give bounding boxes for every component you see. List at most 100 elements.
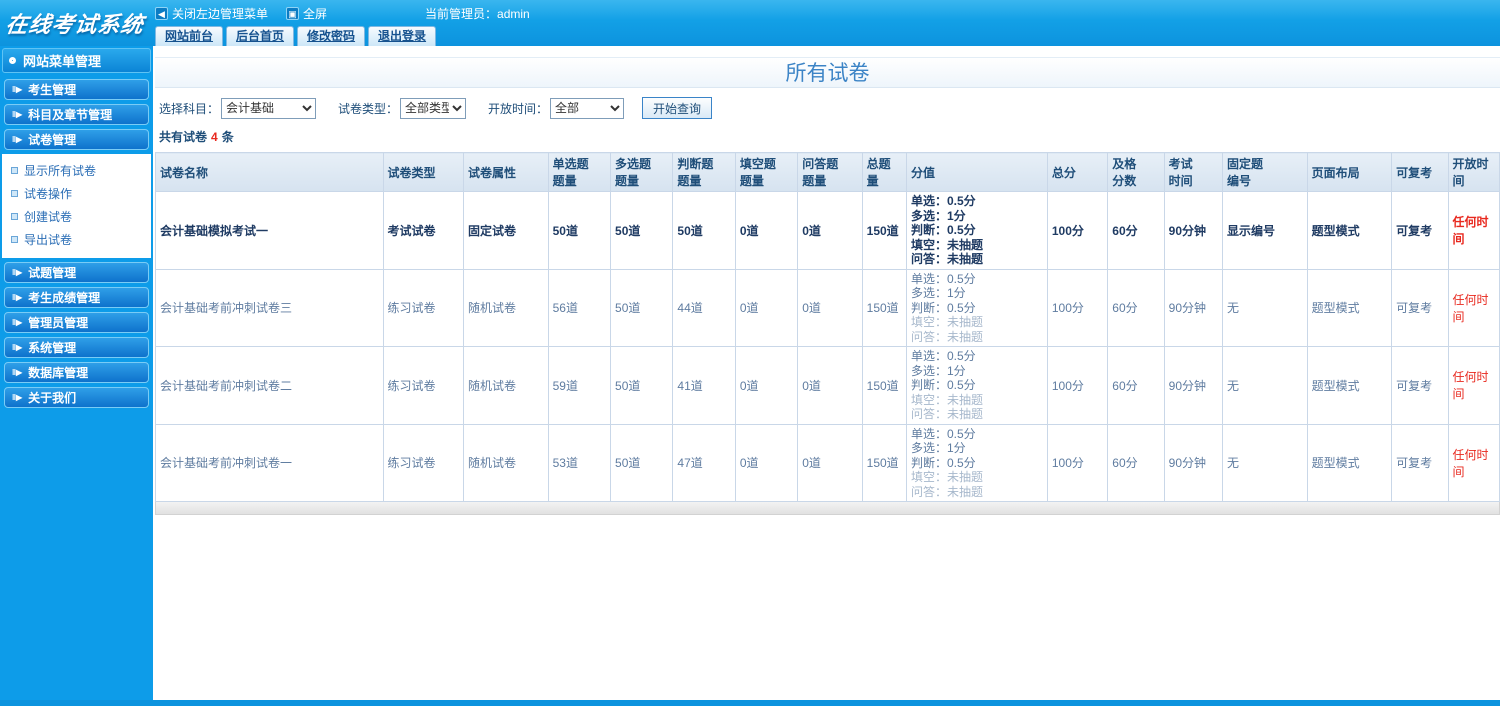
- tab-修改密码[interactable]: 修改密码: [297, 26, 366, 46]
- cell-attr: 随机试卷: [463, 268, 549, 347]
- score-line: 判断：0.5分: [910, 300, 976, 315]
- submenu-item[interactable]: 创建试卷: [2, 205, 151, 228]
- column-header-layout: 页面布局: [1306, 152, 1393, 192]
- sidebar-submenu: 显示所有试卷 试卷操作 创建试卷导出试卷: [2, 154, 151, 258]
- cell-fixed_no: 无: [1222, 423, 1308, 502]
- sidebar-item[interactable]: ‖▶ 试卷管理: [4, 129, 149, 150]
- fullscreen-button[interactable]: ▣ 全屏: [286, 5, 327, 22]
- search-button[interactable]: 开始查询: [642, 97, 713, 119]
- submenu-item[interactable]: 显示所有试卷: [2, 159, 151, 182]
- column-header-single: 单选题 题量: [547, 152, 612, 192]
- menu-arrow-icon: ‖▶: [12, 292, 23, 302]
- menu-arrow-icon: ‖▶: [12, 367, 23, 377]
- top-bar-links: ◀ 关闭左边管理菜单 ▣ 全屏 当前管理员：admin: [155, 4, 530, 22]
- cell-name: 会计基础考前冲刺试卷三: [155, 268, 384, 347]
- column-header-name: 试卷名称: [155, 152, 384, 192]
- score-line: 问答：未抽题: [910, 407, 983, 421]
- collapse-left-icon: ◀: [155, 6, 168, 20]
- sidebar-item-label: 科目及章节管理: [28, 108, 113, 122]
- menu-arrow-icon: ‖▶: [12, 392, 23, 402]
- summary-suffix: 条: [221, 130, 234, 144]
- page-title: 所有试卷: [155, 57, 1500, 88]
- cell-single: 56道: [547, 268, 612, 347]
- cell-multi: 50道: [610, 423, 674, 502]
- summary-prefix: 共有试卷: [159, 130, 208, 144]
- cell-total_score: 100分: [1046, 423, 1109, 502]
- cell-exam_time: 90分钟: [1163, 346, 1224, 425]
- score-line: 多选：1分: [910, 286, 966, 300]
- cell-retake: 可复考: [1391, 268, 1449, 347]
- sidebar-item[interactable]: ‖▶ 科目及章节管理: [4, 104, 149, 125]
- sidebar-menu: ‖▶ 考生管理 ‖▶ 科目及章节管理 ‖▶ 试卷管理 显示所有试卷 试卷操作 创建试卷 导出试卷 ‖…: [2, 79, 151, 408]
- menu-arrow-icon: ‖▶: [12, 317, 23, 327]
- score-line: 问答：未抽题: [910, 484, 983, 499]
- cell-exam_time: 90分钟: [1163, 268, 1224, 347]
- sidebar-item[interactable]: ‖▶ 系统管理: [4, 337, 149, 358]
- cell-fixed_no: 无: [1222, 346, 1308, 425]
- cell-total: 150道: [861, 268, 907, 347]
- close-left-menu-button[interactable]: ◀ 关闭左边管理菜单: [155, 5, 268, 22]
- open-time-filter-label: 开放时间：: [488, 101, 549, 116]
- cell-single: 50道: [547, 191, 612, 270]
- column-header-scores: 分值: [905, 152, 1048, 192]
- cell-pass_score: 60分: [1107, 423, 1165, 502]
- table-body: 会计基础模拟考试一 考试试卷 固定试卷 50道 50道 50道 0道 0道 150道 单选：0.5…: [155, 191, 1500, 502]
- cell-name: 会计基础考前冲刺试卷一: [155, 423, 384, 502]
- score-line: 多选：1分: [910, 441, 966, 455]
- sidebar-item[interactable]: ‖▶ 数据库管理: [4, 362, 149, 383]
- paper-type-select[interactable]: 全部类型: [400, 97, 467, 119]
- cell-open_time: 任何时间: [1447, 268, 1500, 347]
- tab-退出登录[interactable]: 退出登录: [368, 26, 437, 46]
- cell-open_time: 任何时间: [1447, 423, 1500, 502]
- cell-retake: 可复考: [1391, 346, 1449, 425]
- cell-type: 练习试卷: [382, 268, 465, 347]
- column-header-total_score: 总分: [1046, 152, 1109, 192]
- score-line: 判断：0.5分: [910, 223, 976, 237]
- sidebar-item[interactable]: ‖▶ 管理员管理: [4, 312, 149, 333]
- cell-multi: 50道: [610, 191, 674, 270]
- submenu-item-label: 导出试卷: [24, 233, 73, 247]
- cell-total_score: 100分: [1046, 268, 1109, 347]
- menu-arrow-icon: ‖▶: [12, 84, 23, 94]
- cell-total: 150道: [861, 346, 907, 425]
- sidebar-item[interactable]: ‖▶ 试题管理: [4, 262, 149, 283]
- score-line: 问答：未抽题: [910, 329, 983, 344]
- score-line: 填空：未抽题: [910, 470, 983, 484]
- sidebar-item-label: 管理员管理: [28, 316, 89, 330]
- list-square-icon: [11, 236, 18, 243]
- submenu-item[interactable]: 试卷操作: [2, 182, 151, 205]
- column-header-total: 总题量: [861, 152, 907, 192]
- cell-qa: 0道: [797, 346, 863, 425]
- list-square-icon: [11, 213, 18, 220]
- score-line: 多选：1分: [910, 208, 966, 223]
- cell-type: 练习试卷: [382, 346, 465, 425]
- tab-网站前台[interactable]: 网站前台: [155, 26, 224, 46]
- sidebar-item[interactable]: ‖▶ 考生成绩管理: [4, 287, 149, 308]
- close-left-menu-label: 关闭左边管理菜单: [172, 6, 269, 21]
- cell-total_score: 100分: [1046, 191, 1109, 270]
- subject-select[interactable]: 会计基础: [221, 97, 317, 119]
- cell-fill: 0道: [734, 268, 799, 347]
- column-header-retake: 可复考: [1391, 152, 1449, 192]
- cell-attr: 随机试卷: [463, 346, 549, 425]
- sidebar-item[interactable]: ‖▶ 考生管理: [4, 79, 149, 100]
- column-header-pass_score: 及格 分数: [1107, 152, 1165, 192]
- cell-judge: 41道: [672, 346, 736, 425]
- top-bar: 在线考试系统 ◀ 关闭左边管理菜单 ▣ 全屏 当前管理员：admin 网站前台后…: [0, 0, 1500, 46]
- score-line: 单选：0.5分: [910, 194, 976, 208]
- cell-type: 练习试卷: [382, 423, 465, 502]
- cell-attr: 随机试卷: [463, 423, 549, 502]
- sidebar-item[interactable]: ‖▶ 关于我们: [4, 387, 149, 408]
- score-line: 判断：0.5分: [910, 455, 976, 470]
- submenu-item[interactable]: 导出试卷: [2, 228, 151, 251]
- tab-后台首页[interactable]: 后台首页: [226, 26, 295, 46]
- cell-attr: 固定试卷: [463, 191, 549, 270]
- cell-multi: 50道: [610, 268, 674, 347]
- menu-arrow-icon: ‖▶: [12, 109, 23, 119]
- cell-pass_score: 60分: [1107, 268, 1165, 347]
- column-header-exam_time: 考试 时间: [1163, 152, 1224, 192]
- open-time-select[interactable]: 全部: [550, 97, 625, 119]
- fullscreen-icon: ▣: [286, 6, 300, 20]
- column-header-type: 试卷类型: [382, 152, 465, 192]
- score-line: 单选：0.5分: [910, 426, 976, 441]
